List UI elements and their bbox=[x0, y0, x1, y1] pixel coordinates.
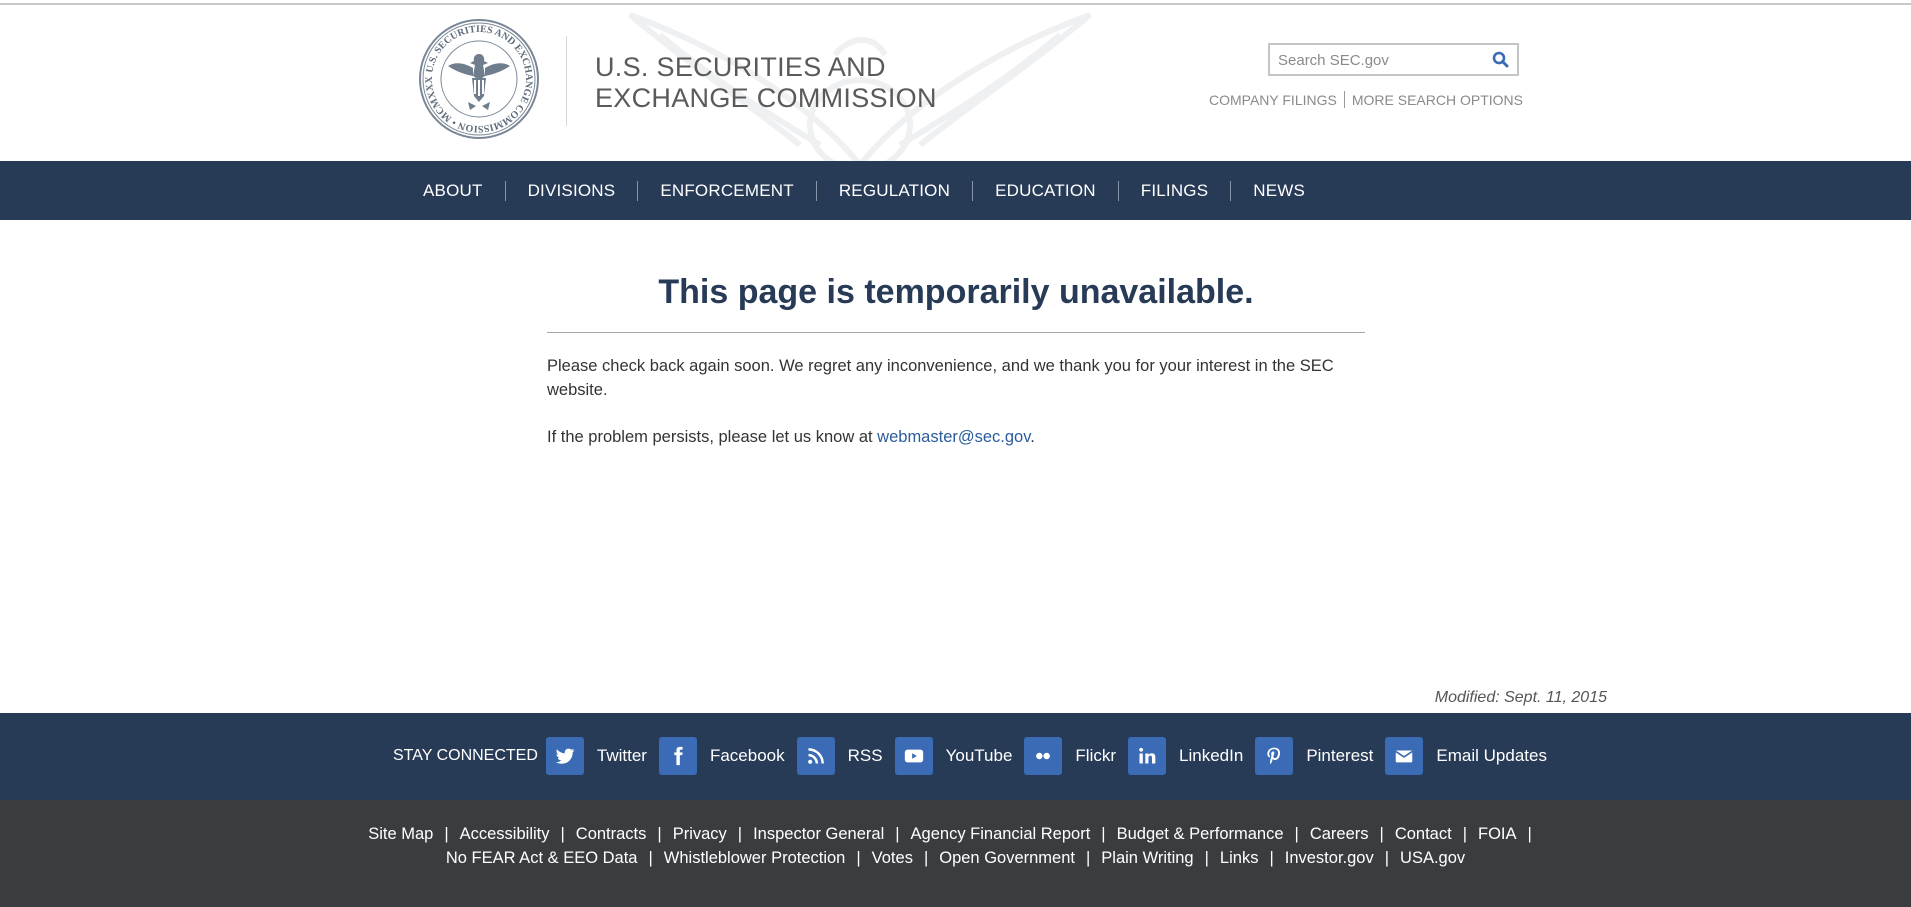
flickr-icon[interactable] bbox=[1024, 737, 1063, 775]
footer-link-plain-writing[interactable]: Plain Writing bbox=[1101, 849, 1193, 867]
pinterest-icon[interactable] bbox=[1255, 737, 1294, 775]
contact-message: If the problem persists, please let us k… bbox=[547, 425, 1365, 449]
footer-separator: | bbox=[560, 825, 565, 843]
footer-link-budget-performance[interactable]: Budget & Performance bbox=[1117, 825, 1284, 843]
footer-separator: | bbox=[1294, 825, 1299, 843]
contact-message-prefix: If the problem persists, please let us k… bbox=[547, 428, 878, 446]
footer-link-agency-financial-report[interactable]: Agency Financial Report bbox=[911, 825, 1091, 843]
email-icon[interactable] bbox=[1385, 737, 1424, 775]
header-divider bbox=[566, 36, 567, 126]
main-content: This page is temporarily unavailable. Pl… bbox=[547, 270, 1365, 449]
footer-separator: | bbox=[923, 849, 929, 867]
footer-separator: | bbox=[1269, 849, 1274, 867]
webmaster-email-link[interactable]: webmaster@sec.gov bbox=[877, 428, 1030, 446]
footer-link-votes[interactable]: Votes bbox=[872, 849, 913, 867]
footer-separator: | bbox=[657, 825, 662, 843]
main-nav: ABOUT DIVISIONS ENFORCEMENT REGULATION E… bbox=[0, 161, 1911, 220]
search-icon[interactable] bbox=[1491, 50, 1511, 70]
footer-separator: | bbox=[1204, 849, 1209, 867]
footer-separator: | bbox=[895, 825, 900, 843]
search-input[interactable] bbox=[1278, 49, 1478, 71]
email-updates-link[interactable]: Email Updates bbox=[1436, 746, 1547, 766]
footer-link-whistleblower-protection[interactable]: Whistleblower Protection bbox=[664, 849, 846, 867]
rss-icon[interactable] bbox=[796, 737, 835, 775]
twitter-link[interactable]: Twitter bbox=[597, 746, 647, 766]
facebook-icon[interactable] bbox=[658, 737, 697, 775]
twitter-icon[interactable] bbox=[545, 737, 584, 775]
site-footer: Site Map | Accessibility | Contracts | Privacy… bbox=[0, 800, 1911, 907]
footer-link-accessibility[interactable]: Accessibility bbox=[460, 825, 550, 843]
footer-link-no-fear-act[interactable]: No FEAR Act & EEO Data bbox=[446, 849, 638, 867]
nav-item-enforcement[interactable]: ENFORCEMENT bbox=[638, 181, 815, 201]
footer-links-row2: No FEAR Act & EEO Data | Whistleblower Pro… bbox=[0, 849, 1911, 868]
company-filings-link[interactable]: COMPANY FILINGS bbox=[1209, 92, 1337, 108]
footer-separator: | bbox=[1462, 825, 1467, 843]
stay-connected-label: STAY CONNECTED bbox=[393, 747, 538, 764]
search-box bbox=[1268, 43, 1519, 76]
footer-separator: | bbox=[1101, 825, 1106, 843]
footer-link-inspector-general[interactable]: Inspector General bbox=[753, 825, 884, 843]
modified-date: Modified: Sept. 11, 2015 bbox=[1434, 689, 1607, 706]
footer-link-site-map[interactable]: Site Map bbox=[368, 825, 433, 843]
pinterest-link[interactable]: Pinterest bbox=[1306, 746, 1373, 766]
footer-link-foia[interactable]: FOIA bbox=[1478, 825, 1517, 843]
footer-separator: | bbox=[1086, 849, 1091, 867]
footer-link-links[interactable]: Links bbox=[1220, 849, 1259, 867]
footer-link-contact[interactable]: Contact bbox=[1395, 825, 1452, 843]
page-title: This page is temporarily unavailable. bbox=[658, 273, 1254, 311]
nav-item-news[interactable]: NEWS bbox=[1231, 181, 1327, 201]
footer-separator: | bbox=[1379, 825, 1384, 843]
footer-link-contracts[interactable]: Contracts bbox=[576, 825, 647, 843]
footer-link-investor-gov[interactable]: Investor.gov bbox=[1285, 849, 1374, 867]
agency-name-line2: EXCHANGE COMMISSION bbox=[595, 83, 937, 113]
footer-separator: | bbox=[444, 825, 449, 843]
youtube-icon[interactable] bbox=[894, 737, 933, 775]
nav-item-regulation[interactable]: REGULATION bbox=[817, 181, 972, 201]
search-links-divider bbox=[1343, 91, 1345, 108]
nav-item-divisions[interactable]: DIVISIONS bbox=[506, 181, 638, 201]
nav-item-filings[interactable]: FILINGS bbox=[1119, 181, 1231, 201]
title-divider bbox=[547, 332, 1365, 333]
rss-link[interactable]: RSS bbox=[848, 746, 883, 766]
footer-separator: | bbox=[648, 849, 653, 867]
agency-name[interactable]: U.S. SECURITIES AND EXCHANGE COMMISSION bbox=[595, 52, 937, 114]
facebook-link[interactable]: Facebook bbox=[710, 746, 785, 766]
nav-item-education[interactable]: EDUCATION bbox=[973, 181, 1118, 201]
linkedin-icon[interactable] bbox=[1128, 737, 1167, 775]
agency-name-line1: U.S. SECURITIES AND bbox=[595, 52, 886, 82]
footer-link-open-government[interactable]: Open Government bbox=[939, 849, 1075, 867]
footer-link-privacy[interactable]: Privacy bbox=[673, 825, 727, 843]
more-search-options-link[interactable]: MORE SEARCH OPTIONS bbox=[1352, 92, 1523, 108]
linkedin-link[interactable]: LinkedIn bbox=[1179, 746, 1243, 766]
footer-separator: | bbox=[1384, 849, 1390, 867]
social-bar: STAY CONNECTED Twitter Facebook RSS YouT… bbox=[0, 713, 1911, 800]
footer-link-usa-gov[interactable]: USA.gov bbox=[1400, 849, 1465, 867]
footer-links-row1: Site Map | Accessibility | Contracts | Privacy… bbox=[0, 825, 1911, 844]
footer-separator: | bbox=[856, 849, 861, 867]
flickr-link[interactable]: Flickr bbox=[1075, 746, 1116, 766]
footer-separator: | bbox=[737, 825, 743, 843]
nav-item-about[interactable]: ABOUT bbox=[400, 181, 505, 201]
search-links: COMPANY FILINGS MORE SEARCH OPTIONS bbox=[1209, 91, 1523, 108]
contact-message-suffix: . bbox=[1030, 428, 1035, 446]
youtube-link[interactable]: YouTube bbox=[946, 746, 1013, 766]
footer-link-careers[interactable]: Careers bbox=[1310, 825, 1369, 843]
unavailable-message: Please check back again soon. We regret … bbox=[547, 357, 1334, 399]
sec-seal-logo[interactable]: U.S. SECURITIES AND EXCHANGE COMMISSION … bbox=[418, 18, 540, 140]
site-header: U.S. SECURITIES AND EXCHANGE COMMISSION … bbox=[0, 5, 1911, 161]
footer-separator: | bbox=[1527, 825, 1532, 843]
